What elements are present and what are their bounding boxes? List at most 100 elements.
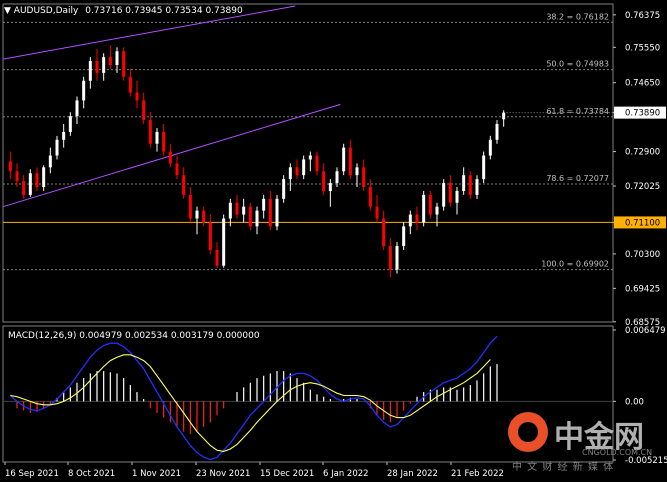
macd-header: MACD(12,26,9) 0.004979 0.002534 0.003179… bbox=[8, 331, 260, 341]
candle-body bbox=[502, 112, 506, 120]
candle-body bbox=[468, 175, 472, 195]
price-axis-label: 0.75550 bbox=[625, 43, 660, 53]
candle-body bbox=[395, 246, 399, 270]
candle-body bbox=[115, 51, 119, 66]
candle-body bbox=[62, 131, 66, 140]
time-axis-label: 23 Nov 2021 bbox=[196, 469, 250, 479]
current-price-label: 0.73890 bbox=[625, 109, 660, 119]
time-axis-label: 16 Sep 2021 bbox=[5, 469, 59, 479]
candle-body bbox=[155, 131, 159, 144]
candle-body bbox=[222, 218, 226, 266]
candle-body bbox=[442, 183, 446, 207]
candle-body bbox=[388, 246, 392, 270]
candle-body bbox=[435, 206, 439, 215]
candle-body bbox=[368, 187, 372, 207]
candle-body bbox=[22, 181, 26, 195]
candle-body bbox=[288, 167, 292, 180]
candle-body bbox=[55, 139, 59, 156]
fib-level-label: 78.6 = 0.72077 bbox=[546, 174, 609, 183]
cngold-logo-inner-icon bbox=[518, 422, 538, 442]
candle-body bbox=[182, 175, 186, 195]
fib-level-label: 50.0 = 0.74983 bbox=[546, 60, 609, 69]
candle-body bbox=[242, 206, 246, 215]
trading-chart-window[interactable]: 38.2 = 0.76182 50.0 = 0.74983 61.8 = 0.737… bbox=[0, 0, 667, 482]
cngold-tagline: 中 文 财 经 新 媒 体 bbox=[512, 462, 615, 473]
candle-body bbox=[195, 210, 199, 219]
candle-body bbox=[408, 214, 412, 227]
candle-body bbox=[42, 167, 46, 188]
candle-body bbox=[362, 167, 366, 188]
macd-axis-label: 0.00 bbox=[625, 397, 644, 407]
candle-body bbox=[455, 190, 459, 203]
support-price-label: 0.71100 bbox=[625, 218, 660, 228]
cngold-url: CNGOLD.COM.CN bbox=[582, 448, 653, 457]
time-axis-label: 15 Dec 2021 bbox=[260, 469, 314, 479]
candle-body bbox=[82, 80, 86, 101]
candle-body bbox=[302, 159, 306, 176]
header-triangle-icon: ▼ bbox=[4, 6, 11, 16]
candle-body bbox=[268, 198, 272, 227]
candle-body bbox=[322, 171, 326, 191]
candle-body bbox=[422, 194, 426, 223]
price-axis-label: 0.70300 bbox=[625, 250, 660, 260]
candle-body bbox=[328, 183, 332, 191]
candle-body bbox=[342, 147, 346, 172]
price-axis-label: 0.72900 bbox=[625, 148, 660, 158]
fib-level-label: 61.8 = 0.73784 bbox=[546, 107, 609, 116]
candle-body bbox=[35, 173, 39, 188]
candle-body bbox=[375, 206, 379, 219]
price-panel-frame bbox=[2, 3, 614, 323]
candle-body bbox=[348, 147, 352, 176]
candle-body bbox=[228, 202, 232, 219]
candle-body bbox=[8, 161, 12, 172]
candle-body bbox=[262, 198, 266, 211]
candle-body bbox=[215, 249, 219, 266]
candle-body bbox=[48, 155, 52, 168]
time-axis-label: 21 Feb 2022 bbox=[451, 469, 504, 479]
candle-body bbox=[488, 139, 492, 156]
candle-body bbox=[282, 179, 286, 199]
candle-body bbox=[308, 155, 312, 160]
fib-level-label: 38.2 = 0.76182 bbox=[546, 12, 609, 21]
candle-body bbox=[415, 214, 419, 223]
time-axis-label: 1 Nov 2021 bbox=[132, 469, 181, 479]
candle-body bbox=[202, 210, 206, 223]
fib-level-label: 100.0 = 0.69902 bbox=[541, 260, 609, 269]
price-axis-label: 0.69425 bbox=[625, 284, 660, 294]
candle-body bbox=[275, 198, 279, 227]
candle-body bbox=[175, 163, 179, 176]
candle-body bbox=[428, 194, 432, 215]
candle-body bbox=[482, 155, 486, 180]
time-axis-label: 28 Jan 2022 bbox=[387, 469, 438, 479]
candle-body bbox=[68, 116, 72, 132]
candle-body bbox=[28, 173, 32, 195]
candle-body bbox=[315, 155, 319, 172]
candle-body bbox=[235, 202, 239, 215]
candle-body bbox=[148, 120, 152, 144]
candle-body bbox=[128, 76, 132, 93]
cngold-watermark: 中金网 CNGOLD.COM.CN 中 文 财 经 新 媒 体 bbox=[508, 410, 658, 473]
candle-body bbox=[462, 175, 466, 191]
candle-body bbox=[88, 61, 92, 81]
candle-body bbox=[475, 179, 479, 195]
candle-body bbox=[15, 171, 19, 182]
price-axis-label: 0.74650 bbox=[625, 79, 660, 89]
ohlc-values: 0.73716 0.73945 0.73534 0.73890 bbox=[85, 6, 243, 16]
candle-body bbox=[448, 183, 452, 203]
candle-body bbox=[495, 124, 499, 140]
macd-axis-label: 0.006479 bbox=[625, 326, 666, 336]
candle-body bbox=[248, 206, 252, 227]
price-axis-label: 0.76375 bbox=[625, 11, 660, 21]
time-axis-label: 8 Oct 2021 bbox=[68, 469, 115, 479]
candle-body bbox=[102, 57, 106, 73]
candle-body bbox=[402, 226, 406, 247]
symbol-label: AUDUSD,Daily bbox=[13, 6, 79, 16]
candle-body bbox=[135, 92, 139, 101]
price-axis-label: 0.72025 bbox=[625, 182, 660, 192]
candle-body bbox=[95, 61, 99, 73]
candle-body bbox=[162, 131, 166, 152]
candle-body bbox=[382, 218, 386, 247]
candle-body bbox=[355, 167, 359, 176]
candle-body bbox=[168, 151, 172, 164]
candle-body bbox=[108, 57, 112, 66]
